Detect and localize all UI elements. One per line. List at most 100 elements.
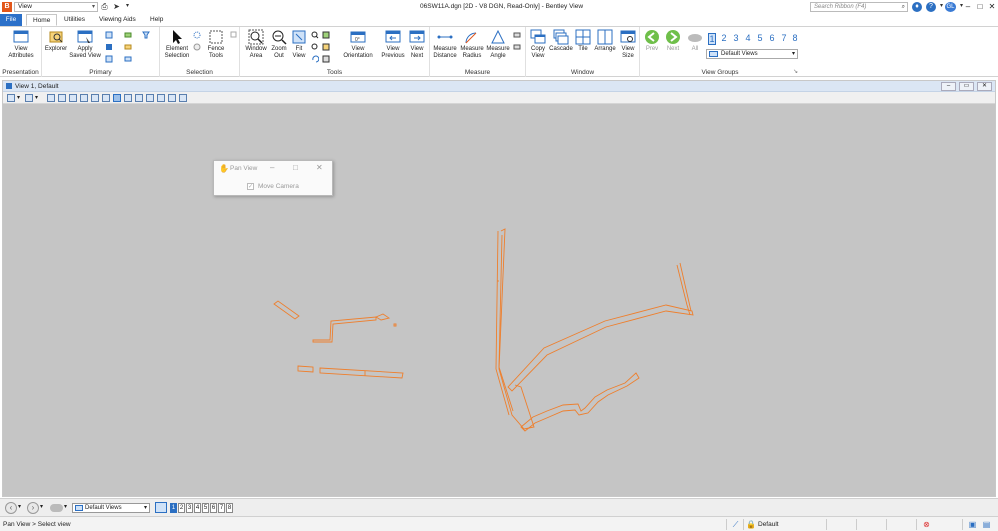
view-number-7[interactable]: 7 bbox=[780, 33, 788, 43]
view-number-3[interactable]: 3 bbox=[732, 33, 740, 43]
clip-volume-icon[interactable] bbox=[168, 94, 176, 102]
bottom-view-7[interactable]: 7 bbox=[218, 503, 225, 513]
dialog-launcher-icon[interactable]: ↘ bbox=[793, 68, 798, 75]
view-close-icon[interactable]: ✕ bbox=[977, 82, 992, 91]
window-list-icon[interactable] bbox=[155, 502, 167, 513]
bottom-view-3[interactable]: 3 bbox=[186, 503, 193, 513]
view-next-tiny-icon[interactable] bbox=[135, 94, 143, 102]
zoom-out-button[interactable]: Zoom Out bbox=[269, 29, 289, 59]
view-attributes-button[interactable]: View Attributes bbox=[4, 29, 38, 59]
zoom-out-small-icon[interactable] bbox=[69, 94, 77, 102]
workflow-select[interactable]: View ▾ bbox=[14, 2, 98, 12]
level-small-icon-1[interactable] bbox=[124, 31, 132, 39]
measure-angle-button[interactable]: Measure Angle bbox=[485, 29, 511, 59]
user-avatar[interactable]: GL bbox=[945, 2, 956, 12]
view-minimize-icon[interactable]: – bbox=[941, 82, 956, 91]
cascade-button[interactable]: Cascade bbox=[549, 29, 573, 53]
display-style-icon[interactable] bbox=[25, 94, 33, 102]
search-ribbon-input[interactable]: Search Ribbon (F4) ⌕ bbox=[810, 2, 908, 12]
view-number-6[interactable]: 6 bbox=[768, 33, 776, 43]
tab-utilities[interactable]: Utilities bbox=[58, 14, 91, 26]
view-previous-small-icon[interactable] bbox=[322, 31, 330, 39]
maximize-icon[interactable]: □ bbox=[974, 1, 986, 13]
chevron-down-icon[interactable]: ▾ bbox=[17, 94, 20, 101]
view-number-2[interactable]: 2 bbox=[720, 33, 728, 43]
design-file-icon[interactable]: ▣ bbox=[968, 520, 977, 529]
update-view-icon[interactable] bbox=[322, 43, 330, 51]
measure-distance-button[interactable]: Measure Distance bbox=[431, 29, 459, 59]
fit-view-small-icon[interactable] bbox=[91, 94, 99, 102]
prev-view-group-button[interactable]: Prev bbox=[643, 29, 661, 53]
view-number-4[interactable]: 4 bbox=[744, 33, 752, 43]
bottom-view-1[interactable]: 1 bbox=[170, 503, 177, 513]
dialog-minimize-icon[interactable]: – bbox=[270, 163, 274, 172]
drawing-canvas[interactable] bbox=[3, 105, 995, 496]
measure-radius-button[interactable]: Measure Radius bbox=[459, 29, 485, 59]
message-center-icon[interactable]: ⊗ bbox=[922, 520, 931, 529]
tab-viewing-aids[interactable]: Viewing Aids bbox=[93, 14, 142, 26]
view-small-icon-3[interactable] bbox=[105, 55, 113, 63]
zoom-in-icon[interactable] bbox=[311, 31, 319, 39]
bottom-view-2[interactable]: 2 bbox=[178, 503, 185, 513]
pan-view-icon[interactable] bbox=[311, 43, 319, 51]
element-selection-button[interactable]: Element Selection bbox=[162, 29, 192, 59]
brush-icon[interactable] bbox=[47, 94, 55, 102]
view-number-8[interactable]: 8 bbox=[791, 33, 799, 43]
close-icon[interactable]: ✕ bbox=[986, 1, 998, 13]
view-number-1[interactable]: 1 bbox=[708, 33, 716, 45]
save-status-icon[interactable]: ▤ bbox=[982, 520, 991, 529]
window-area-small-icon[interactable] bbox=[80, 94, 88, 102]
help-icon[interactable]: ? bbox=[926, 2, 936, 12]
explorer-button[interactable]: Explorer bbox=[43, 29, 69, 53]
prev-view-group-icon[interactable]: ‹ bbox=[5, 502, 17, 514]
move-camera-checkbox[interactable]: ✓ bbox=[247, 183, 254, 190]
bottom-view-4[interactable]: 4 bbox=[194, 503, 201, 513]
view-small-icon-1[interactable] bbox=[105, 31, 113, 39]
view-restore-icon[interactable]: ▭ bbox=[959, 82, 974, 91]
chevron-down-icon[interactable]: ▾ bbox=[40, 503, 43, 510]
next-view-group-icon[interactable]: › bbox=[27, 502, 39, 514]
view-orientation-button[interactable]: 0° View Orientation bbox=[338, 29, 378, 59]
minimize-icon[interactable]: – bbox=[962, 1, 974, 13]
filter-small-icon[interactable] bbox=[142, 31, 150, 39]
pointer-icon[interactable]: ➤ bbox=[112, 2, 121, 11]
view-previous-tiny-icon[interactable] bbox=[124, 94, 132, 102]
view-size-button[interactable]: View Size bbox=[618, 29, 638, 59]
tab-help[interactable]: Help bbox=[144, 14, 169, 26]
cloud-icon[interactable] bbox=[50, 504, 63, 512]
bottom-view-6[interactable]: 6 bbox=[210, 503, 217, 513]
camera-icon[interactable] bbox=[322, 55, 330, 63]
view-settings-icon[interactable] bbox=[179, 94, 187, 102]
next-view-group-button[interactable]: Next bbox=[664, 29, 682, 53]
dialog-maximize-icon[interactable]: □ bbox=[293, 163, 298, 172]
chevron-down-icon[interactable]: ▾ bbox=[64, 503, 67, 510]
chevron-down-icon[interactable]: ▾ bbox=[35, 94, 38, 101]
view-previous-button[interactable]: View Previous bbox=[380, 29, 406, 59]
copy-fence-icon[interactable] bbox=[230, 31, 238, 39]
all-view-groups-button[interactable]: All bbox=[686, 29, 704, 53]
measure-area-icon[interactable] bbox=[513, 31, 521, 39]
window-area-button[interactable]: Window Area bbox=[242, 29, 270, 59]
bottom-view-8[interactable]: 8 bbox=[226, 503, 233, 513]
notification-icon[interactable]: ♦ bbox=[912, 2, 922, 12]
view-small-icon-2[interactable] bbox=[105, 43, 113, 51]
tile-button[interactable]: Tile bbox=[574, 29, 592, 53]
view-attributes-small-icon[interactable] bbox=[7, 94, 15, 102]
rotate-small-icon[interactable] bbox=[102, 94, 110, 102]
dialog-close-icon[interactable]: ✕ bbox=[316, 163, 323, 172]
arrange-button[interactable]: Arrange bbox=[593, 29, 617, 53]
fit-view-button[interactable]: Fit View bbox=[290, 29, 308, 59]
view-group-select[interactable]: Default Views ▾ bbox=[706, 49, 798, 59]
level-small-icon-2[interactable] bbox=[124, 43, 132, 51]
level-small-icon-3[interactable] bbox=[124, 55, 132, 63]
view-next-button[interactable]: View Next bbox=[406, 29, 428, 59]
measure-volume-icon[interactable] bbox=[513, 43, 521, 51]
bottom-view-group-select[interactable]: Default Views ▾ bbox=[72, 503, 150, 513]
lock-icon[interactable]: 🔒 bbox=[746, 520, 756, 529]
zoom-in-small-icon[interactable] bbox=[58, 94, 66, 102]
select-circle-icon[interactable] bbox=[193, 31, 201, 39]
tab-home[interactable]: Home bbox=[26, 14, 58, 26]
select-lasso-icon[interactable] bbox=[193, 43, 201, 51]
view-number-5[interactable]: 5 bbox=[756, 33, 764, 43]
chevron-down-icon[interactable]: ▾ bbox=[18, 503, 21, 510]
